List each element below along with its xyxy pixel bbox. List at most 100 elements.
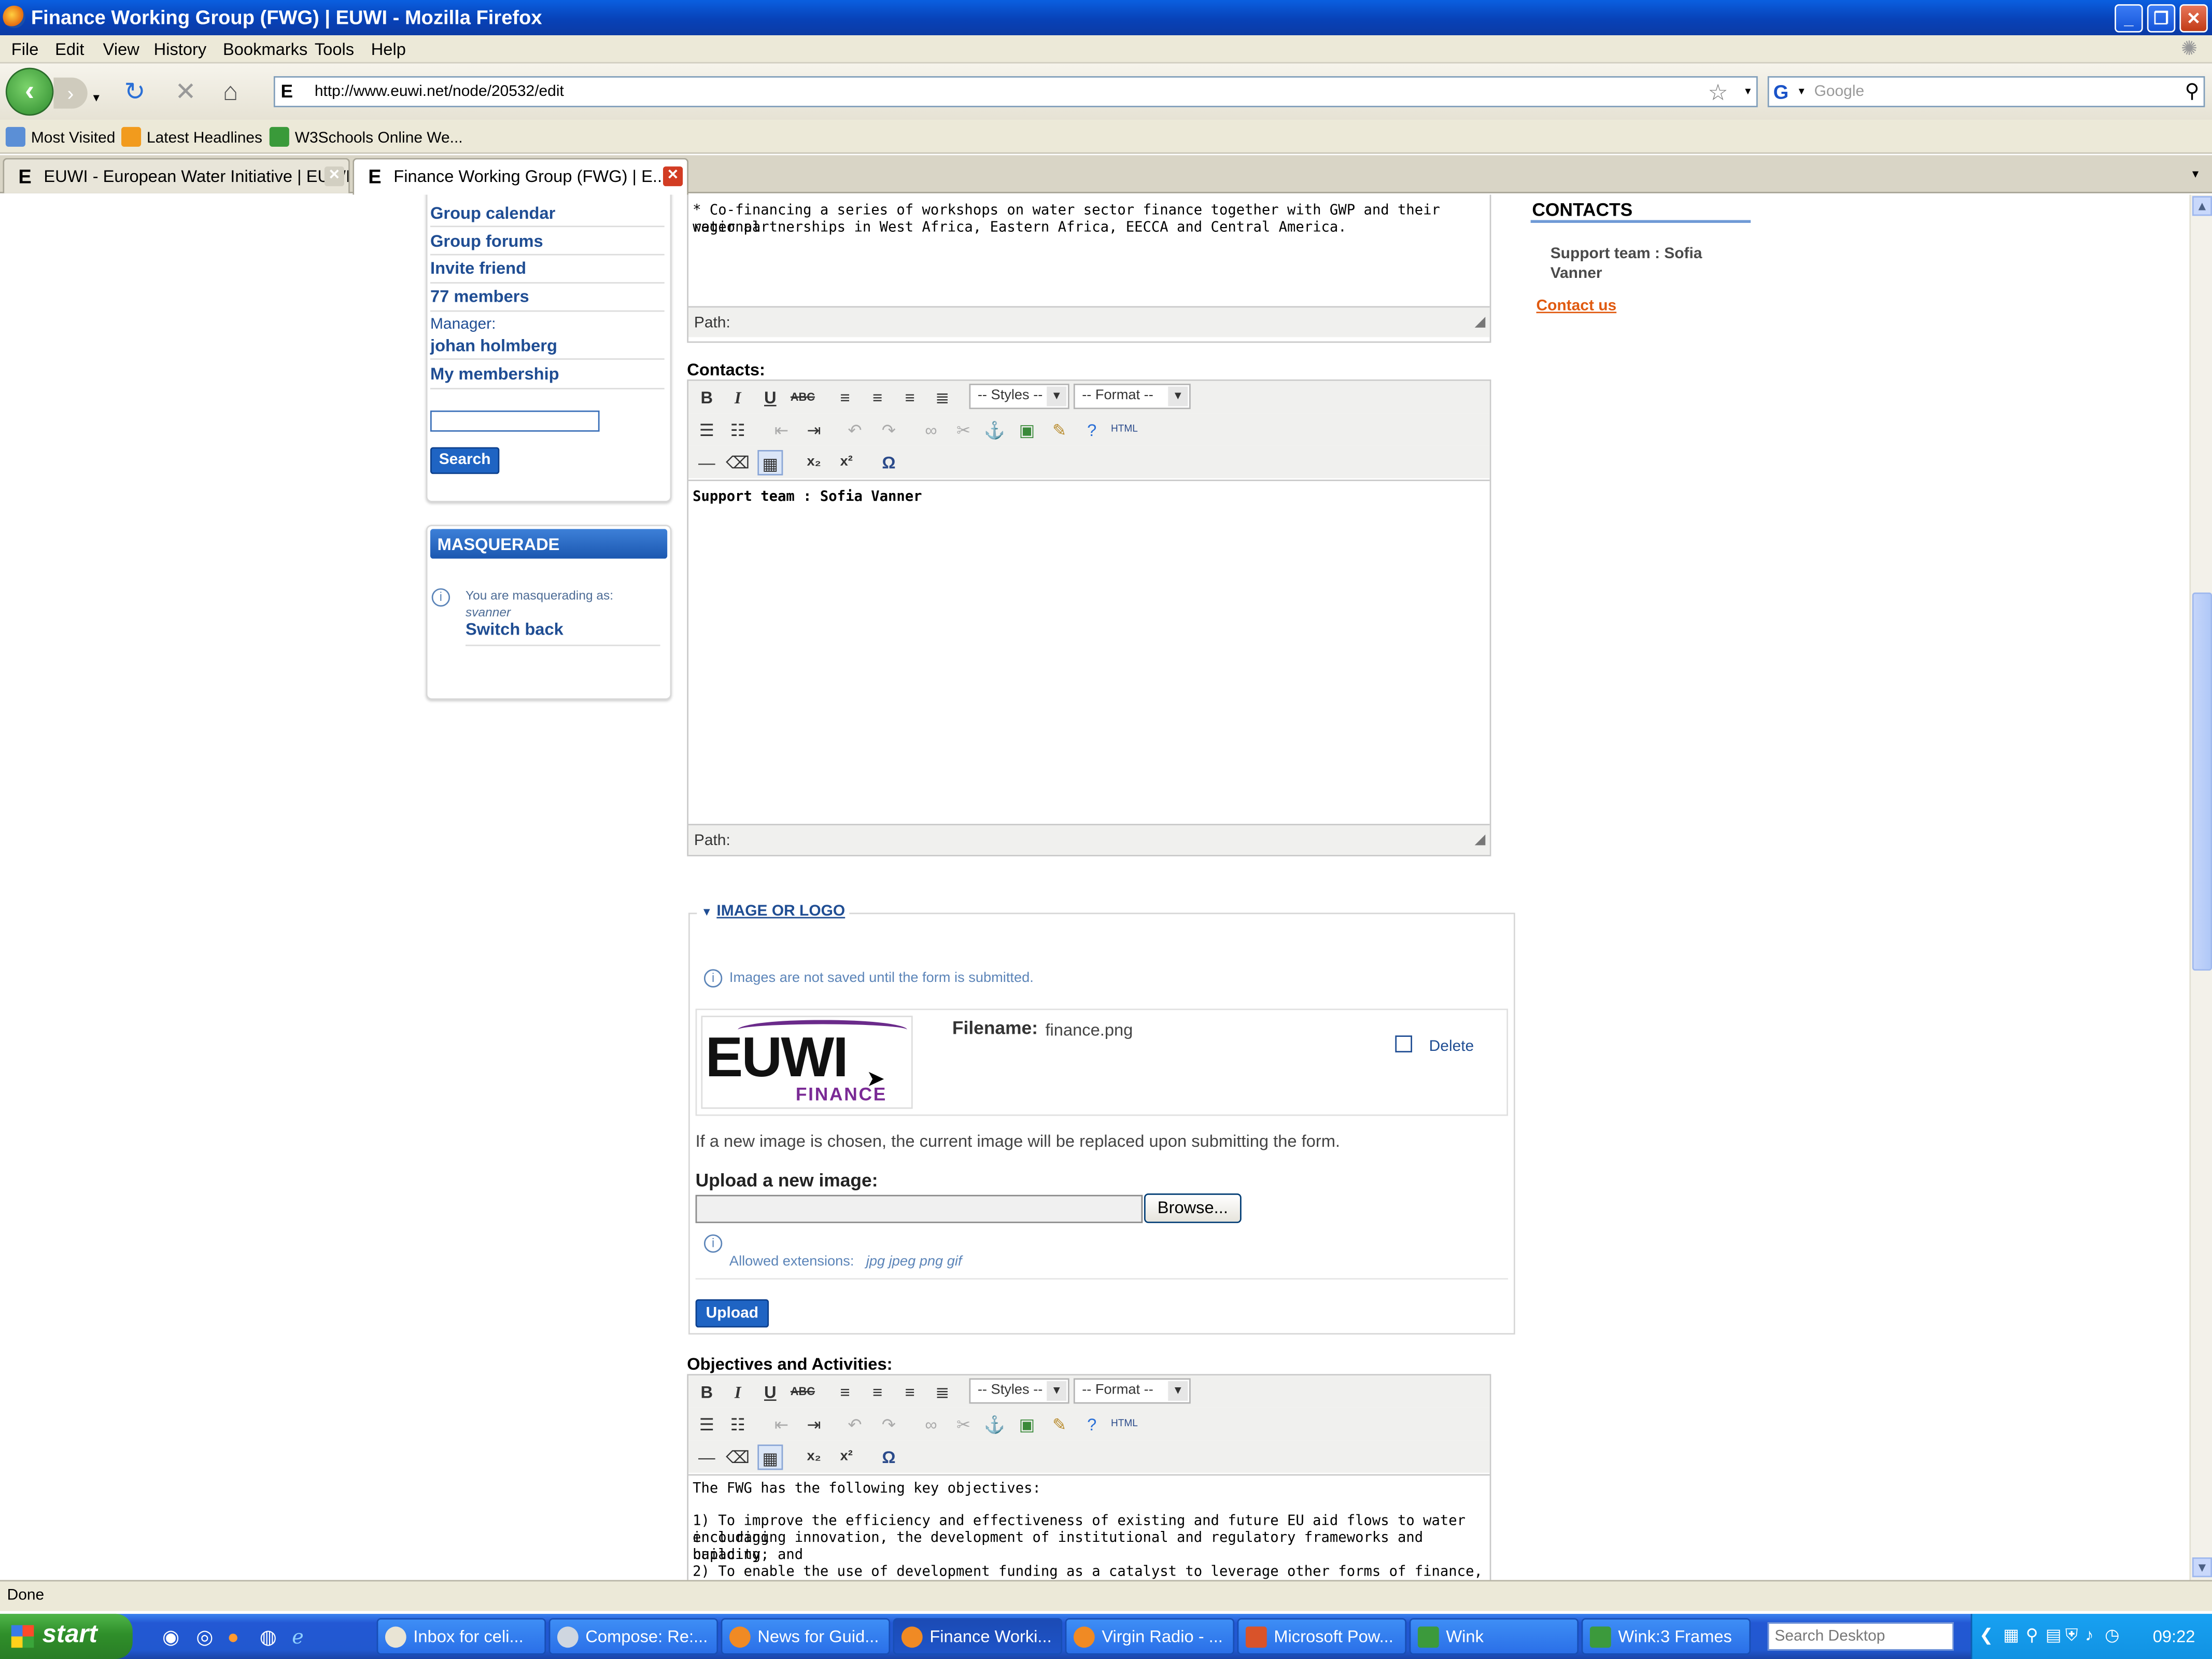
bullet-list-icon[interactable]: ☰: [694, 1412, 720, 1438]
taskbar-item-wink[interactable]: Wink: [1409, 1618, 1579, 1655]
sidebar-members[interactable]: 77 members: [430, 286, 529, 306]
undo-icon[interactable]: ↶: [842, 417, 868, 443]
tray-volume-icon[interactable]: ♪: [2085, 1625, 2093, 1645]
clock-text[interactable]: 09:22: [2153, 1626, 2195, 1646]
bold-icon[interactable]: B: [694, 385, 720, 411]
tray-clock-icon[interactable]: ◷: [2105, 1625, 2120, 1645]
styles-select[interactable]: -- Styles -- ▼: [969, 1378, 1069, 1404]
bullet-list-icon[interactable]: ☰: [694, 417, 720, 443]
tray-shield-icon[interactable]: ⛨: [2065, 1625, 2078, 1647]
address-bar[interactable]: E http://www.euwi.net/node/20532/edit ☆ …: [273, 76, 1758, 107]
home-icon[interactable]: ⌂: [223, 78, 238, 106]
reload-icon[interactable]: ↻: [124, 78, 145, 106]
start-button[interactable]: start: [0, 1613, 133, 1659]
google-icon[interactable]: G: [1773, 80, 1796, 103]
image-legend[interactable]: ▼ IMAGE OR LOGO: [697, 903, 850, 920]
menu-help[interactable]: Help: [371, 39, 406, 59]
eraser-icon[interactable]: ⌫: [725, 1444, 751, 1470]
bookmark-w3schools[interactable]: W3Schools Online We...: [269, 126, 463, 147]
align-left-icon[interactable]: ≡: [833, 1380, 858, 1405]
underline-icon[interactable]: U: [757, 1380, 783, 1405]
styles-select[interactable]: -- Styles -- ▼: [969, 384, 1069, 410]
bookmark-latest-headlines[interactable]: Latest Headlines: [121, 126, 262, 147]
underline-icon[interactable]: U: [757, 385, 783, 411]
horizontal-rule-icon[interactable]: —: [694, 1444, 720, 1470]
strikethrough-icon[interactable]: ABC: [790, 385, 815, 411]
unlink-icon[interactable]: ✂: [951, 417, 976, 443]
tray-expand-icon[interactable]: ❮: [1979, 1625, 1993, 1645]
cleanup-icon[interactable]: ✎: [1047, 417, 1072, 443]
tray-search-icon[interactable]: ⚲: [2026, 1625, 2038, 1645]
description-editor[interactable]: * Co-financing a series of workshops on …: [687, 194, 1491, 343]
tray-network-icon[interactable]: ▤: [2046, 1625, 2062, 1645]
search-icon[interactable]: ⚲: [2185, 79, 2200, 103]
vertical-scrollbar[interactable]: ▲ ▼: [2189, 194, 2212, 1580]
engine-dropdown-icon[interactable]: ▾: [1799, 85, 1805, 97]
sidebar-invite-friend[interactable]: Invite friend: [430, 258, 526, 278]
sidebar-group-forums[interactable]: Group forums: [430, 231, 543, 251]
align-center-icon[interactable]: ≡: [865, 1380, 890, 1405]
format-select[interactable]: -- Format -- ▼: [1073, 1378, 1191, 1404]
undo-icon[interactable]: ↶: [842, 1412, 868, 1438]
switch-back-link[interactable]: Switch back: [466, 620, 563, 639]
html-source-icon[interactable]: HTML: [1109, 1412, 1140, 1438]
anchor-icon[interactable]: ⚓: [982, 417, 1007, 443]
objectives-editor[interactable]: B I U ABC ≡ ≡ ≡ ≣ -- Styles -- ▼ -- Forma…: [687, 1374, 1491, 1580]
close-button[interactable]: ✕: [2179, 4, 2208, 33]
history-dropdown-icon[interactable]: ▾: [93, 83, 100, 111]
table-icon[interactable]: ▦: [757, 450, 783, 476]
tab-euwi[interactable]: E EUWI - European Water Initiative | EUW…: [3, 158, 350, 193]
horizontal-rule-icon[interactable]: —: [694, 450, 720, 475]
sidebar-group-calendar[interactable]: Group calendar: [430, 203, 555, 223]
taskbar-item-wink-frames[interactable]: Wink:3 Frames: [1581, 1618, 1751, 1655]
outdent-icon[interactable]: ⇤: [769, 1412, 794, 1438]
browse-button[interactable]: Browse...: [1144, 1193, 1242, 1224]
bookmark-most-visited[interactable]: Most Visited: [5, 126, 115, 147]
delete-checkbox[interactable]: [1395, 1035, 1413, 1052]
italic-icon[interactable]: I: [725, 385, 751, 411]
image-icon[interactable]: ▣: [1015, 1412, 1040, 1438]
quicklaunch-explorer-icon[interactable]: ◉: [162, 1625, 179, 1649]
help-icon[interactable]: ?: [1079, 1412, 1105, 1438]
menu-bookmarks[interactable]: Bookmarks: [223, 39, 307, 59]
search-button[interactable]: Search: [430, 447, 500, 474]
help-icon[interactable]: ?: [1079, 417, 1105, 443]
redo-icon[interactable]: ↷: [876, 1412, 901, 1438]
numbered-list-icon[interactable]: ☷: [725, 417, 751, 443]
menu-edit[interactable]: Edit: [55, 39, 84, 59]
tab-finance[interactable]: E Finance Working Group (FWG) | E... ✕: [353, 158, 688, 195]
upload-button[interactable]: Upload: [695, 1299, 769, 1328]
tab-close-icon[interactable]: ✕: [324, 166, 344, 187]
tab-close-icon[interactable]: ✕: [663, 166, 683, 187]
contact-us-link[interactable]: Contact us: [1536, 298, 1616, 315]
scrollbar-thumb[interactable]: [2192, 592, 2212, 971]
restore-button[interactable]: ❐: [2147, 4, 2176, 33]
align-center-icon[interactable]: ≡: [865, 385, 890, 411]
unlink-icon[interactable]: ✂: [951, 1412, 976, 1438]
taskbar-item-compose[interactable]: Compose: Re:...: [548, 1618, 718, 1655]
back-button[interactable]: ‹: [5, 67, 54, 116]
subscript-icon[interactable]: x₂: [801, 1444, 827, 1470]
justify-icon[interactable]: ≣: [929, 385, 955, 411]
bold-icon[interactable]: B: [694, 1380, 720, 1405]
html-source-icon[interactable]: HTML: [1109, 417, 1140, 443]
superscript-icon[interactable]: x²: [834, 1444, 859, 1470]
image-icon[interactable]: ▣: [1015, 417, 1040, 443]
special-char-icon[interactable]: Ω: [876, 450, 901, 475]
forward-button[interactable]: ›: [53, 77, 88, 109]
format-select[interactable]: -- Format -- ▼: [1073, 384, 1191, 410]
desktop-search-input[interactable]: Search Desktop: [1767, 1622, 1954, 1651]
link-icon[interactable]: ∞: [919, 1412, 944, 1438]
file-path-input[interactable]: [695, 1194, 1143, 1224]
taskbar-item-news[interactable]: News for Guid...: [721, 1618, 891, 1655]
taskbar-item-finance[interactable]: Finance Worki...: [893, 1618, 1063, 1655]
manager-name-link[interactable]: johan holmberg: [430, 336, 557, 356]
align-right-icon[interactable]: ≡: [897, 1380, 923, 1405]
search-box[interactable]: G ▾ Google ⚲: [1767, 76, 2205, 107]
quicklaunch-app-icon[interactable]: ◍: [260, 1625, 277, 1649]
tray-grid-icon[interactable]: ▦: [2003, 1625, 2019, 1645]
link-icon[interactable]: ∞: [919, 417, 944, 443]
resize-handle-icon[interactable]: ◢: [1475, 315, 1486, 330]
menu-view[interactable]: View: [103, 39, 139, 59]
superscript-icon[interactable]: x²: [834, 450, 859, 475]
